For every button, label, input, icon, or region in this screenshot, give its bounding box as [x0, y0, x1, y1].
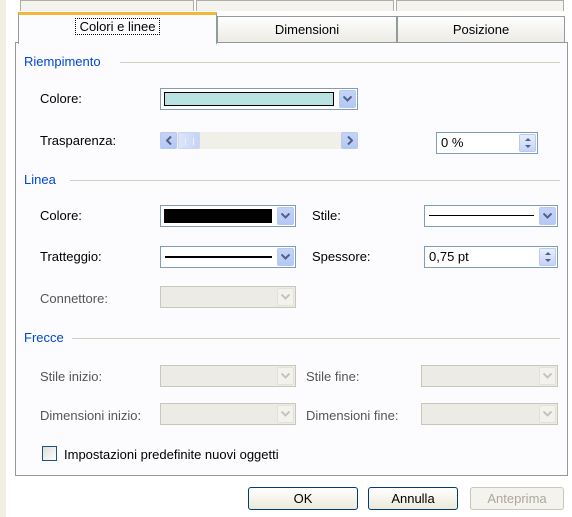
end-size-label: Dimensioni fine: — [306, 408, 399, 423]
connector-dropdown[interactable] — [160, 286, 296, 308]
tab-colors-lines-label: Colori e linee — [74, 18, 161, 35]
line-group-title: Linea — [24, 172, 56, 187]
line-style-sample — [429, 215, 534, 216]
slider-right-button[interactable] — [341, 132, 358, 149]
transparency-spinner[interactable]: 0 % — [436, 132, 538, 154]
tab-position[interactable]: Posizione — [397, 16, 565, 42]
dash-label: Tratteggio: — [40, 249, 102, 264]
begin-size-dropdown[interactable] — [160, 403, 296, 425]
tab-hidden-left — [20, 0, 194, 11]
chevron-down-icon — [281, 411, 290, 417]
end-style-label: Stile fine: — [306, 369, 360, 384]
weight-spin-buttons[interactable] — [539, 248, 556, 266]
preview-button[interactable]: Anteprima — [470, 487, 564, 510]
fill-group-divider — [120, 62, 560, 63]
transparency-value: 0 % — [441, 135, 464, 150]
begin-size-label: Dimensioni inizio: — [40, 408, 142, 423]
window-left-edge — [0, 0, 6, 517]
fill-group-title: Riempimento — [24, 54, 101, 69]
weight-label: Spessore: — [312, 249, 371, 264]
defaults-checkbox-label[interactable]: Impostazioni predefinite nuovi oggetti — [64, 447, 279, 462]
transparency-label: Trasparenza: — [40, 133, 117, 148]
line-color-dropdown-arrow[interactable] — [277, 207, 294, 225]
chevron-left-icon — [166, 136, 172, 145]
fill-color-label: Colore: — [40, 91, 82, 106]
weight-value: 0,75 pt — [429, 249, 469, 264]
dash-sample — [165, 256, 272, 258]
chevron-down-icon — [543, 411, 552, 417]
line-color-dropdown[interactable] — [160, 205, 296, 227]
dash-dropdown[interactable] — [160, 246, 296, 268]
tab-dimensions[interactable]: Dimensioni — [217, 16, 397, 42]
tab-hidden-right — [396, 0, 564, 11]
spin-up-down-icon — [525, 138, 531, 148]
chevron-down-icon — [281, 254, 290, 260]
chevron-right-icon — [347, 136, 353, 145]
chevron-down-icon — [281, 294, 290, 300]
chevron-down-icon — [281, 373, 290, 379]
cancel-button[interactable]: Annulla — [368, 487, 458, 510]
slider-grip — [185, 138, 194, 145]
line-style-label: Stile: — [312, 208, 341, 223]
tab-hidden-middle — [196, 0, 394, 11]
end-size-dropdown-arrow[interactable] — [539, 405, 556, 423]
tab-colors-lines[interactable]: Colori e linee — [18, 12, 217, 44]
fill-color-dropdown[interactable] — [160, 88, 358, 110]
transparency-spin-buttons[interactable] — [519, 134, 536, 152]
fill-color-swatch — [164, 92, 334, 106]
line-style-dropdown-arrow[interactable] — [539, 207, 556, 225]
line-group-divider — [70, 180, 560, 181]
line-color-label: Colore: — [40, 208, 82, 223]
connector-dropdown-arrow[interactable] — [277, 288, 294, 306]
transparency-slider[interactable] — [160, 132, 358, 149]
ok-button[interactable]: OK — [248, 487, 358, 510]
weight-spinner[interactable]: 0,75 pt — [424, 246, 558, 268]
connector-label: Connettore: — [40, 291, 108, 306]
begin-style-label: Stile inizio: — [40, 369, 103, 384]
end-style-dropdown[interactable] — [421, 365, 558, 387]
chevron-down-icon — [281, 213, 290, 219]
end-style-dropdown-arrow[interactable] — [539, 367, 556, 385]
dash-dropdown-arrow[interactable] — [277, 248, 294, 266]
line-style-dropdown[interactable] — [424, 205, 558, 227]
begin-style-dropdown[interactable] — [160, 365, 296, 387]
arrows-group-divider — [72, 338, 560, 339]
line-color-swatch — [164, 209, 272, 223]
spin-up-down-icon — [545, 252, 551, 262]
tab-position-label: Posizione — [452, 22, 510, 37]
defaults-checkbox[interactable] — [42, 446, 57, 461]
fill-color-dropdown-arrow[interactable] — [339, 90, 356, 108]
end-size-dropdown[interactable] — [421, 403, 558, 425]
slider-left-button[interactable] — [160, 132, 177, 149]
chevron-down-icon — [543, 213, 552, 219]
arrows-group-title: Frecce — [24, 330, 64, 345]
begin-size-dropdown-arrow[interactable] — [277, 405, 294, 423]
begin-style-dropdown-arrow[interactable] — [277, 367, 294, 385]
tab-dimensions-label: Dimensioni — [274, 22, 340, 37]
chevron-down-icon — [543, 373, 552, 379]
slider-thumb[interactable] — [178, 132, 200, 149]
chevron-down-icon — [343, 96, 352, 102]
